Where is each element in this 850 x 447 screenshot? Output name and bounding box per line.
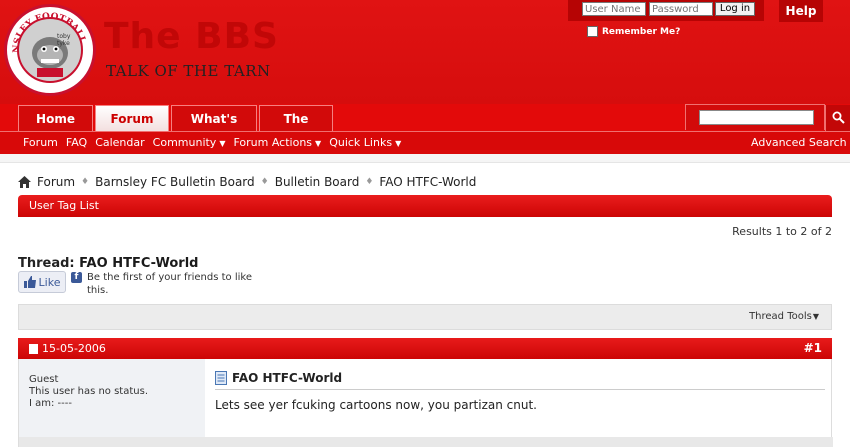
- subnav-forum-actions-label: Forum Actions: [233, 136, 313, 149]
- thread-prefix: Thread:: [18, 256, 75, 271]
- logo-mascot: toby tyke: [17, 17, 83, 83]
- post-date: 15-05-2006: [29, 338, 106, 359]
- chevron-down-icon: ▼: [315, 139, 322, 148]
- breadcrumb-separator-icon: ♦: [81, 177, 90, 187]
- remember-checkbox[interactable]: [587, 26, 598, 37]
- subnav-quick-links-label: Quick Links: [329, 136, 393, 149]
- tab-whats-new[interactable]: What's New?: [171, 105, 257, 152]
- subnav-forum[interactable]: Forum: [23, 136, 58, 149]
- nav-tabs: Home Forum What's New? The BBS: [18, 105, 335, 152]
- post-header: 15-05-2006 #1: [18, 338, 832, 359]
- club-logo[interactable]: BARNSLEY FOOTBALL CLUB toby tyke: [4, 4, 96, 96]
- breadcrumb: Forum ♦ Barnsley FC Bulletin Board ♦ Bul…: [18, 175, 482, 189]
- breadcrumb-board[interactable]: Barnsley FC Bulletin Board: [95, 175, 255, 189]
- facebook-like-text: Be the first of your friends to like thi…: [87, 272, 252, 296]
- thread-tools-bar: Thread Tools▼: [18, 304, 832, 330]
- document-icon: [215, 371, 227, 385]
- thread-title: Thread: FAO HTFC-World: [18, 256, 198, 271]
- site-title[interactable]: The BBS: [104, 16, 279, 57]
- subnav-forum-actions[interactable]: Forum Actions ▼: [233, 136, 321, 149]
- post-number[interactable]: #1: [804, 338, 822, 359]
- breadcrumb-separator-icon: ♦: [365, 177, 374, 187]
- search-input[interactable]: [699, 110, 814, 125]
- chevron-down-icon: ▼: [395, 139, 402, 148]
- home-icon[interactable]: [18, 176, 31, 188]
- post-user-info: Guest This user has no status. I am: ---…: [19, 359, 205, 437]
- post-username: Guest: [29, 374, 59, 385]
- post-body: Guest This user has no status. I am: ---…: [18, 359, 833, 447]
- subnav-faq[interactable]: FAQ: [66, 136, 87, 149]
- facebook-like-button[interactable]: Like: [18, 271, 66, 293]
- tab-home[interactable]: Home: [18, 105, 93, 131]
- thread-tools-menu[interactable]: Thread Tools▼: [749, 311, 819, 322]
- navbar: Home Forum What's New? The BBS Forum FAQ…: [0, 104, 850, 154]
- post-content: FAO HTFC-World Lets see yer fcuking cart…: [215, 371, 825, 412]
- post-title-text: FAO HTFC-World: [232, 371, 343, 385]
- chevron-down-icon: ▼: [812, 312, 819, 321]
- login-button[interactable]: Log in: [715, 2, 755, 16]
- post-user-status: This user has no status.: [29, 386, 148, 397]
- site-subtitle: TALK OF THE TARN: [106, 62, 271, 80]
- thumbs-up-icon: [23, 276, 36, 288]
- advanced-search-link[interactable]: Advanced Search: [751, 136, 847, 149]
- subnav-calendar[interactable]: Calendar: [95, 136, 144, 149]
- bulldog-icon: [32, 37, 68, 77]
- search-icon: [832, 111, 845, 124]
- facebook-icon: f: [71, 272, 82, 283]
- tab-forum[interactable]: Forum: [95, 105, 169, 132]
- breadcrumb-separator-icon: ♦: [260, 177, 269, 187]
- post-footer: [19, 437, 833, 447]
- chevron-down-icon: ▼: [219, 139, 226, 148]
- results-count: Results 1 to 2 of 2: [732, 225, 832, 238]
- subnav-community-label: Community: [152, 136, 217, 149]
- post-status-icon: [29, 343, 38, 354]
- thread-name: FAO HTFC-World: [79, 256, 199, 271]
- post-user-affiliation: I am: ----: [29, 398, 72, 409]
- subnav-quick-links[interactable]: Quick Links ▼: [329, 136, 401, 149]
- remember-label: Remember Me?: [602, 26, 681, 37]
- logo-badge-text: toby tyke: [57, 33, 71, 47]
- search-button[interactable]: [825, 105, 850, 131]
- header-divider: [0, 154, 850, 163]
- sub-nav: Forum FAQ Calendar Community ▼ Forum Acti…: [0, 131, 850, 154]
- thread-tools-label: Thread Tools: [749, 311, 812, 322]
- subnav-community[interactable]: Community ▼: [153, 136, 226, 149]
- password-input[interactable]: [649, 2, 713, 16]
- remember-me[interactable]: Remember Me?: [587, 26, 680, 37]
- help-button[interactable]: Help: [779, 0, 823, 22]
- post-message: Lets see yer fcuking cartoons now, you p…: [215, 398, 537, 412]
- like-label: Like: [38, 275, 61, 289]
- post-title: FAO HTFC-World: [215, 371, 825, 390]
- breadcrumb-bulletin[interactable]: Bulletin Board: [275, 175, 360, 189]
- site-header: BARNSLEY FOOTBALL CLUB toby tyke The BBS…: [0, 0, 850, 104]
- search-area: [685, 104, 825, 130]
- post-date-text: 15-05-2006: [42, 342, 106, 355]
- username-input[interactable]: [582, 2, 646, 16]
- breadcrumb-current: FAO HTFC-World: [379, 175, 477, 189]
- tab-the-bbs[interactable]: The BBS: [259, 105, 333, 152]
- user-tag-list-bar[interactable]: User Tag List: [18, 195, 832, 217]
- breadcrumb-forum[interactable]: Forum: [37, 175, 75, 189]
